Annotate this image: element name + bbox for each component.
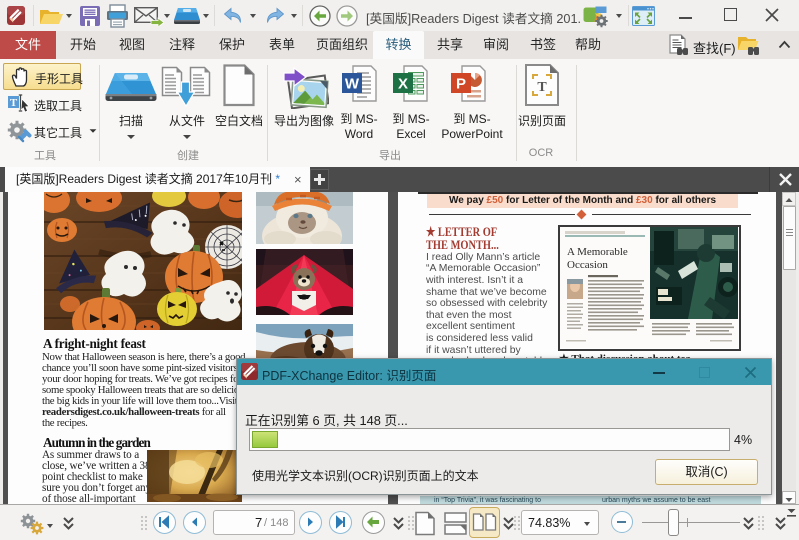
svg-text:Occasion: Occasion	[567, 259, 608, 271]
svg-text:A Memorable: A Memorable	[567, 246, 628, 258]
svg-text:W: W	[345, 76, 360, 93]
svg-text:T: T	[10, 97, 18, 109]
svg-text:T: T	[537, 80, 547, 95]
svg-text:P: P	[456, 76, 466, 93]
svg-text:X: X	[398, 76, 408, 93]
